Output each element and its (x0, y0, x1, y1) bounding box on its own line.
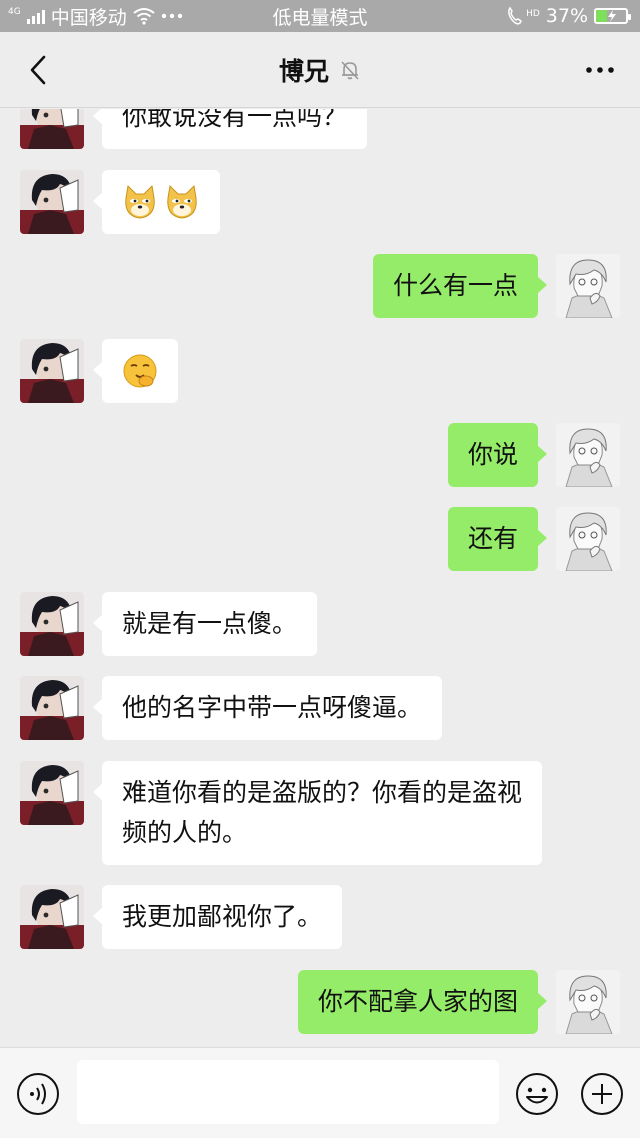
status-left: 4G 中国移动 (8, 3, 183, 30)
contact-avatar[interactable] (20, 339, 84, 403)
message-row: 还有 (447, 507, 620, 571)
smiley-icon (516, 1073, 558, 1115)
message-bubble[interactable] (93, 339, 178, 403)
message-row (20, 339, 178, 403)
hd-label: HD (526, 9, 540, 19)
contact-avatar[interactable] (20, 676, 84, 740)
message-input[interactable] (77, 1060, 499, 1124)
self-avatar[interactable] (556, 507, 620, 571)
message-text: 还有 (467, 524, 518, 553)
message-text: 你说 (467, 440, 518, 469)
network-type-label: 4G (8, 6, 21, 17)
self-avatar[interactable] (556, 423, 620, 487)
muted-bell-icon (341, 60, 359, 80)
self-avatar[interactable] (556, 254, 620, 318)
message-bubble[interactable]: 他的名字中带一点呀傻逼。 (92, 676, 443, 740)
message-text: 你不配拿人家的图 (317, 987, 518, 1016)
contact-avatar[interactable] (20, 109, 84, 149)
emoji-button[interactable] (515, 1072, 559, 1116)
more-actions-button[interactable] (580, 1072, 624, 1116)
message-text: 难道你看的是盗版的？你看的是盗视频的人的。 (122, 778, 523, 847)
chat-header: 博兄 (0, 32, 640, 108)
message-row: 我更加鄙视你了。 (20, 885, 343, 949)
doge-emoji-icon (167, 184, 197, 219)
charging-bolt-icon (608, 10, 616, 22)
message-bubble[interactable]: 你敢说没有一点吗？ (92, 109, 368, 149)
chevron-left-icon (30, 55, 46, 85)
message-bubble[interactable]: 难道你看的是盗版的？你看的是盗视频的人的。 (93, 761, 542, 865)
message-row: 就是有一点傻。 (20, 592, 318, 656)
input-bar (0, 1047, 640, 1138)
battery-percent: 37% (545, 5, 588, 27)
ellipsis-icon (586, 67, 614, 73)
contact-avatar[interactable] (20, 761, 84, 825)
message-row (20, 170, 220, 234)
contact-avatar[interactable] (20, 592, 84, 656)
voice-icon (17, 1073, 59, 1115)
hd-call-icon (508, 6, 523, 25)
chat-messages[interactable]: 你敢说没有一点吗？ 什么有一点 你说 还有 就是有一点傻。 他的名字中带一点呀傻… (0, 109, 640, 1047)
message-text: 你敢说没有一点吗？ (122, 109, 348, 131)
battery-level-fill (596, 10, 608, 22)
message-bubble[interactable]: 你不配拿人家的图 (297, 970, 548, 1034)
self-avatar[interactable] (556, 970, 620, 1034)
message-bubble[interactable]: 还有 (447, 507, 548, 571)
message-row: 难道你看的是盗版的？你看的是盗视频的人的。 (20, 761, 542, 865)
signal-icon (26, 8, 45, 24)
message-bubble[interactable]: 什么有一点 (372, 254, 548, 318)
contact-avatar[interactable] (20, 170, 84, 234)
message-row: 你敢说没有一点吗？ (20, 109, 368, 149)
more-dots-icon (161, 13, 182, 19)
message-bubble[interactable]: 就是有一点傻。 (92, 592, 318, 656)
wifi-icon (133, 8, 155, 25)
status-right: HD 37% (506, 5, 631, 27)
back-button[interactable] (18, 50, 58, 90)
doge-emoji-icon (125, 184, 155, 219)
voice-input-button[interactable] (16, 1072, 60, 1116)
smirk-emoji-icon (123, 354, 157, 388)
more-options-button[interactable] (578, 50, 622, 90)
chat-title-group: 博兄 (279, 52, 361, 88)
carrier-name: 中国移动 (50, 6, 127, 29)
message-text: 他的名字中带一点呀傻逼。 (122, 693, 423, 722)
plus-icon (581, 1073, 623, 1115)
message-bubble[interactable] (93, 170, 220, 234)
contact-avatar[interactable] (20, 885, 84, 949)
status-bar: 4G 中国移动 低电量模式 HD 37% (0, 0, 640, 32)
chat-title: 博兄 (278, 56, 329, 86)
message-row: 他的名字中带一点呀傻逼。 (20, 676, 443, 740)
message-row: 你不配拿人家的图 (297, 970, 620, 1034)
message-row: 你说 (447, 423, 620, 487)
message-bubble[interactable]: 我更加鄙视你了。 (92, 885, 343, 949)
message-row: 什么有一点 (372, 254, 620, 318)
message-bubble[interactable]: 你说 (447, 423, 548, 487)
message-text: 我更加鄙视你了。 (122, 902, 323, 931)
message-text: 什么有一点 (392, 271, 518, 300)
battery-icon (594, 8, 631, 24)
message-text: 就是有一点傻。 (122, 609, 298, 638)
